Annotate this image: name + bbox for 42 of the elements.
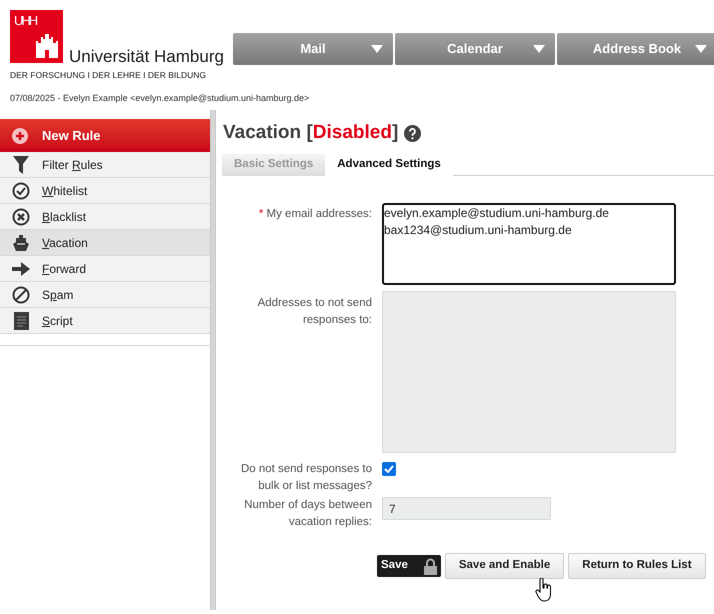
- new-rule-button[interactable]: New Rule: [0, 119, 210, 152]
- save-button[interactable]: Save: [377, 555, 441, 577]
- tagline: DER FORSCHUNG I DER LEHRE I DER BILDUNG: [10, 69, 207, 82]
- document-icon: [14, 312, 28, 330]
- sidebar-item[interactable]: Vacation: [0, 230, 210, 256]
- email-addresses-field[interactable]: evelyn.example@studium.uni-hamburg.de bax1234@studium.uni-hamburg.de: [382, 203, 676, 285]
- field-label: Addresses to not send responses to:: [256, 296, 372, 328]
- sidebar-item[interactable]: Script: [0, 308, 210, 334]
- days-field[interactable]: 7: [382, 497, 551, 520]
- excluded-addresses-field[interactable]: [382, 291, 676, 453]
- field-label: Do not send responses to bulk or list messages?: [240, 462, 372, 494]
- page-title: Vacation [Disabled]: [223, 120, 398, 145]
- field-label: * My email addresses:: [258, 207, 372, 222]
- sidebar-item[interactable]: Filter Rules: [0, 152, 210, 178]
- sidebar-item[interactable]: Forward: [0, 256, 210, 282]
- logo-mark: UHH: [14, 14, 36, 27]
- castle-icon: [36, 34, 58, 58]
- sidebar-item[interactable]: Blacklist: [0, 204, 210, 230]
- caret-icon: [371, 45, 383, 53]
- prohibited-icon: [12, 286, 30, 304]
- help-icon: [404, 124, 422, 142]
- caret-icon: [533, 45, 545, 53]
- caret-icon: [695, 45, 707, 53]
- funnel-icon: [13, 156, 29, 174]
- user-info: 07/08/2025 - Evelyn Example <evelyn.example@studium.uni-hamburg.de>: [9, 92, 310, 105]
- save-and-enable-button[interactable]: Save and Enable: [444, 553, 564, 579]
- x-circle-icon: [12, 208, 30, 226]
- plus-circle-icon: [12, 128, 28, 144]
- university-name: Universität Hamburg: [69, 48, 224, 65]
- sidebar-item[interactable]: Spam: [0, 282, 210, 308]
- email-address: bax1234@studium.uni-hamburg.de: [384, 222, 572, 239]
- field-label: Number of days between vacation replies:: [243, 498, 372, 530]
- arrow-right-icon: [12, 262, 30, 276]
- return-to-rules-button[interactable]: Return to Rules List: [568, 553, 706, 579]
- email-address: evelyn.example@studium.uni-hamburg.de: [384, 205, 609, 222]
- ship-icon: [12, 234, 30, 252]
- bulk-messages-checkbox[interactable]: [382, 462, 396, 476]
- sidebar-item[interactable]: Whitelist: [0, 178, 210, 204]
- check-circle-icon: [12, 182, 30, 200]
- lock-icon: [424, 558, 437, 574]
- check-icon: [384, 465, 394, 473]
- hand-cursor-icon: [535, 578, 553, 602]
